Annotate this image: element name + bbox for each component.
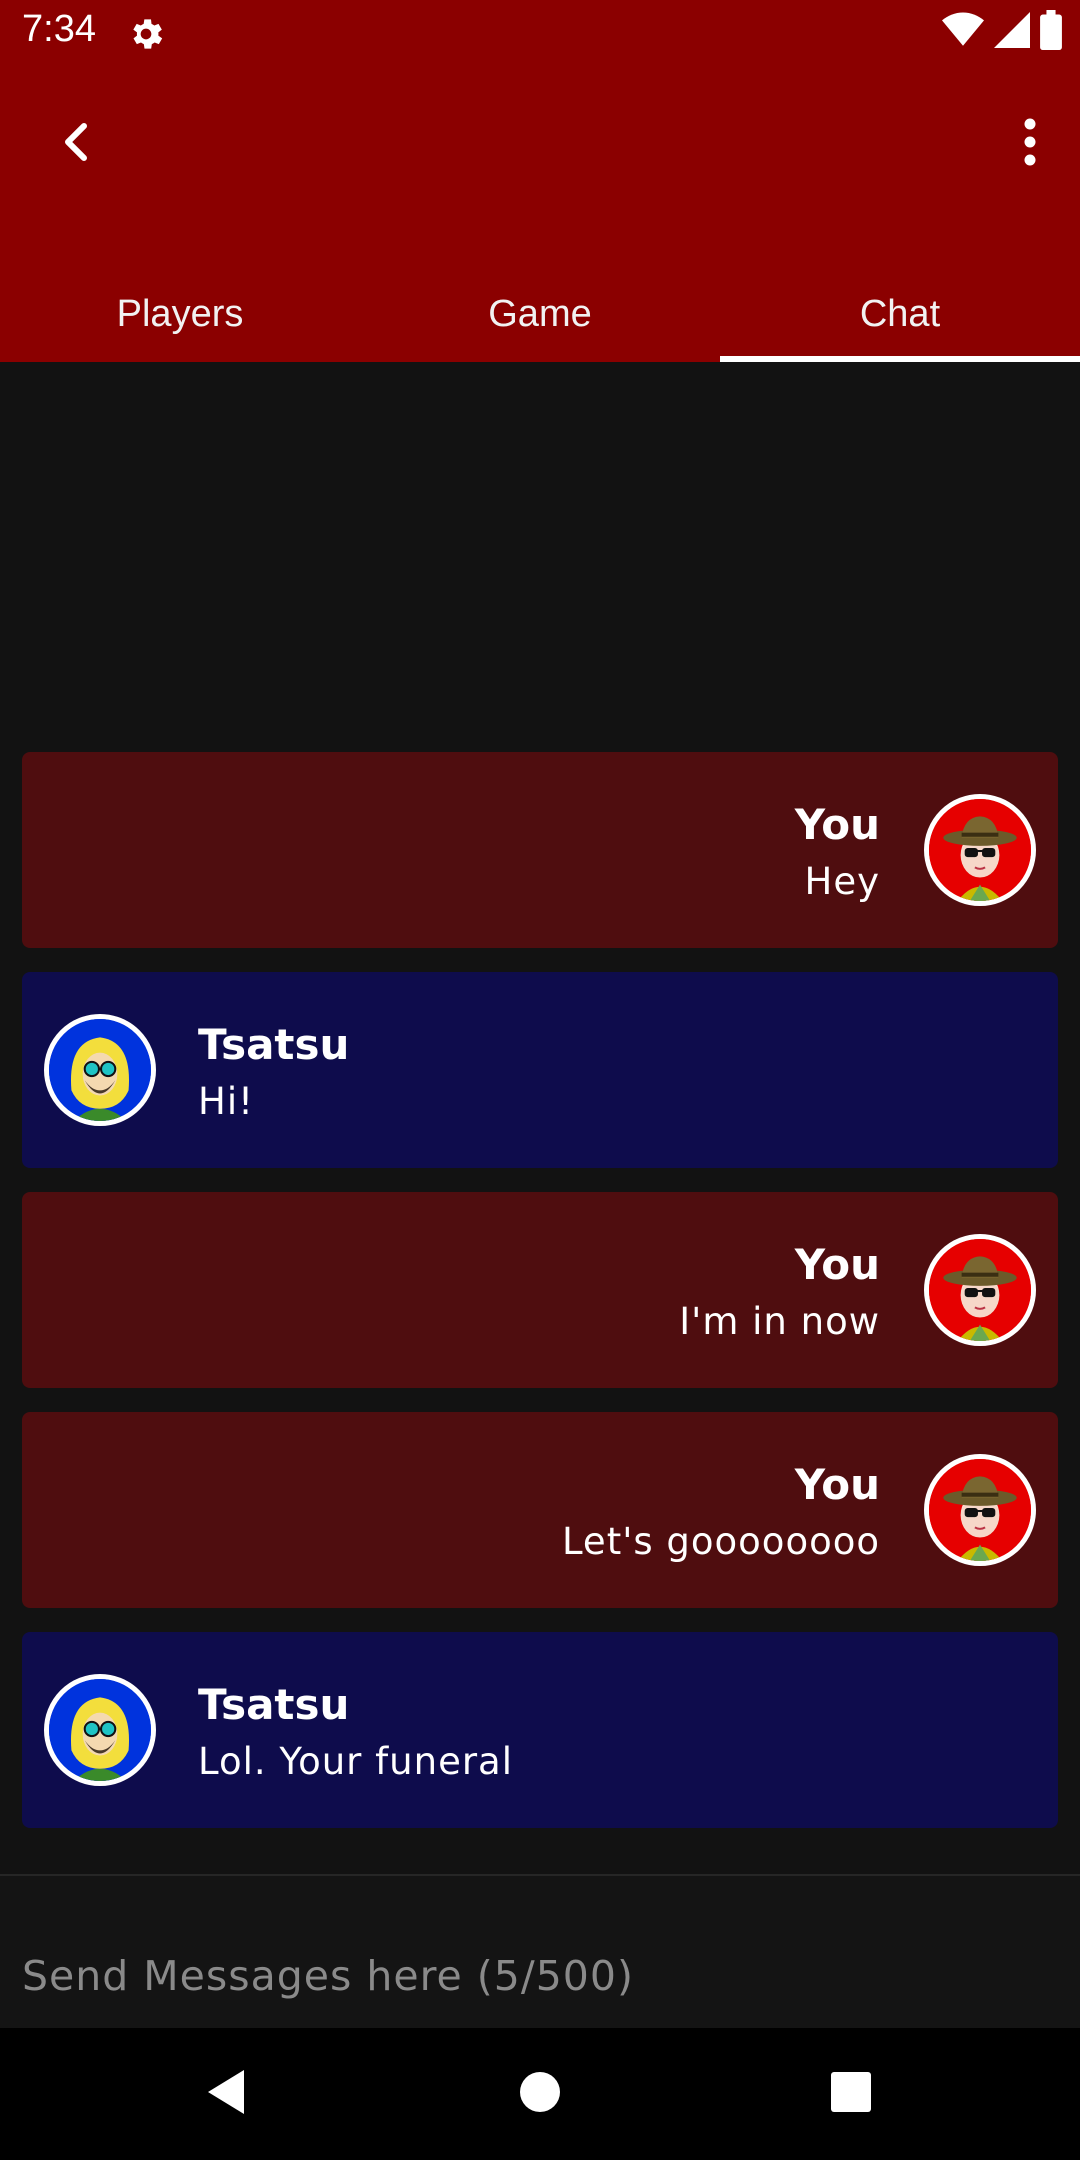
tab-bar: Players Game Chat — [0, 266, 1080, 362]
home-circle-icon — [518, 2070, 562, 2118]
settings-icon — [126, 14, 166, 54]
chat-message-self: You Hey — [22, 752, 1058, 948]
avatar-self[interactable] — [924, 794, 1036, 906]
avatar-self[interactable] — [924, 1234, 1036, 1346]
nav-back-button[interactable] — [196, 2064, 256, 2124]
back-button[interactable] — [46, 114, 106, 174]
battery-icon — [1040, 10, 1062, 54]
back-triangle-icon — [204, 2068, 248, 2120]
message-sender: Tsatsu — [198, 1020, 350, 1069]
message-text: I'm in now — [679, 1300, 880, 1343]
more-options-button[interactable] — [1000, 114, 1060, 174]
chat-message-self: You I'm in now — [22, 1192, 1058, 1388]
recents-square-icon — [830, 2071, 872, 2117]
nav-recents-button[interactable] — [821, 2064, 881, 2124]
message-sender: You — [794, 800, 880, 849]
status-time: 7:34 — [22, 8, 96, 50]
tab-players[interactable]: Players — [0, 266, 360, 362]
composer — [0, 1876, 1080, 2028]
message-sender: You — [794, 1240, 880, 1289]
status-bar: 7:34 — [0, 0, 1080, 66]
message-content: You Hey — [795, 796, 880, 910]
message-content: You Let's goooooooo — [562, 1456, 880, 1570]
nav-home-button[interactable] — [510, 2064, 570, 2124]
wifi-icon — [942, 12, 984, 52]
message-content: Tsatsu Lol. Your funeral — [198, 1676, 513, 1790]
tab-chat[interactable]: Chat — [720, 266, 1080, 362]
message-text: Hi! — [198, 1080, 254, 1123]
chevron-left-icon — [60, 122, 92, 166]
signal-icon — [994, 12, 1030, 52]
message-text: Lol. Your funeral — [198, 1740, 514, 1783]
avatar-self[interactable] — [924, 1454, 1036, 1566]
chat-message-other: Tsatsu Lol. Your funeral — [22, 1632, 1058, 1828]
chat-message-other: Tsatsu Hi! — [22, 972, 1058, 1168]
message-sender: Tsatsu — [198, 1680, 350, 1729]
message-sender: You — [794, 1460, 880, 1509]
avatar-tsatsu[interactable] — [44, 1014, 156, 1126]
message-content: Tsatsu Hi! — [198, 1016, 349, 1130]
system-nav-bar — [0, 2028, 1080, 2160]
message-content: You I'm in now — [679, 1236, 880, 1350]
message-text: Let's goooooooo — [561, 1520, 880, 1563]
chat-message-self: You Let's goooooooo — [22, 1412, 1058, 1608]
chat-list: You Hey Tsatsu Hi! You I'm in now You Le… — [22, 752, 1058, 1852]
app-bar: Players Game Chat — [0, 66, 1080, 362]
avatar-tsatsu[interactable] — [44, 1674, 156, 1786]
message-input[interactable] — [22, 1946, 1022, 2006]
tab-game[interactable]: Game — [360, 266, 720, 362]
message-text: Hey — [804, 860, 880, 903]
more-vertical-icon — [1023, 118, 1037, 170]
